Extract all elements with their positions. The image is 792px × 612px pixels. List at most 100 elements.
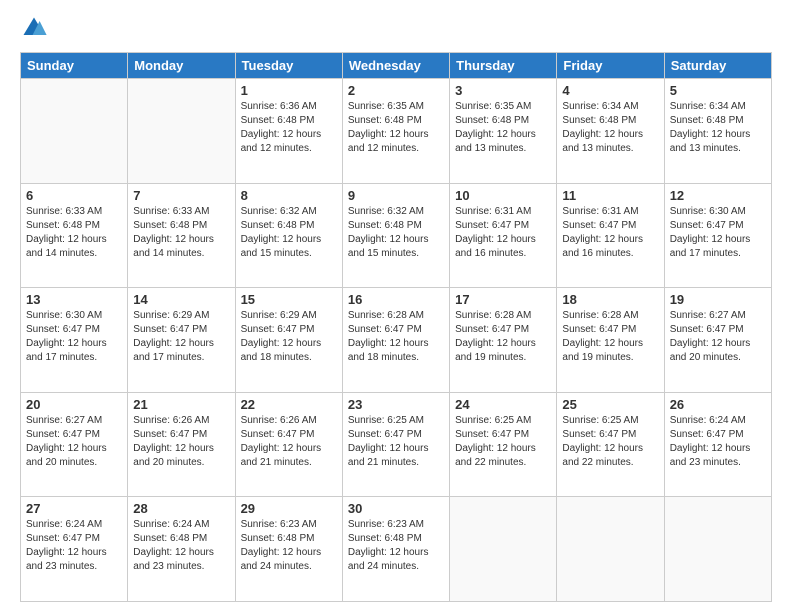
day-info: Sunrise: 6:34 AM Sunset: 6:48 PM Dayligh… — [562, 100, 658, 156]
day-number: 8 — [241, 188, 337, 203]
calendar-cell: 4 Sunrise: 6:34 AM Sunset: 6:48 PM Daylig… — [557, 79, 664, 184]
day-number: 23 — [348, 397, 444, 412]
day-info: Sunrise: 6:34 AM Sunset: 6:48 PM Dayligh… — [670, 100, 766, 156]
day-info: Sunrise: 6:25 AM Sunset: 6:47 PM Dayligh… — [562, 414, 658, 470]
day-number: 18 — [562, 292, 658, 307]
logo — [20, 18, 52, 42]
day-info: Sunrise: 6:33 AM Sunset: 6:48 PM Dayligh… — [26, 205, 122, 261]
calendar-cell: 18 Sunrise: 6:28 AM Sunset: 6:47 PM Dayli… — [557, 288, 664, 393]
day-info: Sunrise: 6:27 AM Sunset: 6:47 PM Dayligh… — [670, 309, 766, 365]
calendar-cell: 11 Sunrise: 6:31 AM Sunset: 6:47 PM Dayli… — [557, 183, 664, 288]
weekday-header: Friday — [557, 53, 664, 79]
calendar-cell: 29 Sunrise: 6:23 AM Sunset: 6:48 PM Dayli… — [235, 497, 342, 602]
day-number: 7 — [133, 188, 229, 203]
day-info: Sunrise: 6:23 AM Sunset: 6:48 PM Dayligh… — [348, 518, 444, 574]
calendar-cell — [450, 497, 557, 602]
day-info: Sunrise: 6:25 AM Sunset: 6:47 PM Dayligh… — [348, 414, 444, 470]
day-number: 19 — [670, 292, 766, 307]
day-number: 4 — [562, 83, 658, 98]
calendar-cell — [664, 497, 771, 602]
day-number: 3 — [455, 83, 551, 98]
day-number: 1 — [241, 83, 337, 98]
day-number: 9 — [348, 188, 444, 203]
day-number: 21 — [133, 397, 229, 412]
day-number: 6 — [26, 188, 122, 203]
day-info: Sunrise: 6:30 AM Sunset: 6:47 PM Dayligh… — [670, 205, 766, 261]
weekday-header: Sunday — [21, 53, 128, 79]
calendar-cell: 3 Sunrise: 6:35 AM Sunset: 6:48 PM Daylig… — [450, 79, 557, 184]
calendar-cell: 16 Sunrise: 6:28 AM Sunset: 6:47 PM Dayli… — [342, 288, 449, 393]
logo-icon — [20, 14, 48, 42]
weekday-header-row: SundayMondayTuesdayWednesdayThursdayFrid… — [21, 53, 772, 79]
week-row: 1 Sunrise: 6:36 AM Sunset: 6:48 PM Daylig… — [21, 79, 772, 184]
weekday-header: Wednesday — [342, 53, 449, 79]
day-number: 25 — [562, 397, 658, 412]
calendar-cell: 13 Sunrise: 6:30 AM Sunset: 6:47 PM Dayli… — [21, 288, 128, 393]
day-number: 22 — [241, 397, 337, 412]
day-number: 12 — [670, 188, 766, 203]
calendar-cell: 23 Sunrise: 6:25 AM Sunset: 6:47 PM Dayli… — [342, 392, 449, 497]
week-row: 27 Sunrise: 6:24 AM Sunset: 6:47 PM Dayli… — [21, 497, 772, 602]
calendar-cell: 21 Sunrise: 6:26 AM Sunset: 6:47 PM Dayli… — [128, 392, 235, 497]
calendar-cell: 5 Sunrise: 6:34 AM Sunset: 6:48 PM Daylig… — [664, 79, 771, 184]
week-row: 13 Sunrise: 6:30 AM Sunset: 6:47 PM Dayli… — [21, 288, 772, 393]
calendar-cell: 10Sunrise: 6:31 AM Sunset: 6:47 PM Dayli… — [450, 183, 557, 288]
day-number: 29 — [241, 501, 337, 516]
day-number: 14 — [133, 292, 229, 307]
calendar-cell: 19 Sunrise: 6:27 AM Sunset: 6:47 PM Dayli… — [664, 288, 771, 393]
calendar-cell: 9 Sunrise: 6:32 AM Sunset: 6:48 PM Daylig… — [342, 183, 449, 288]
day-number: 27 — [26, 501, 122, 516]
day-info: Sunrise: 6:23 AM Sunset: 6:48 PM Dayligh… — [241, 518, 337, 574]
day-number: 30 — [348, 501, 444, 516]
weekday-header: Tuesday — [235, 53, 342, 79]
calendar-cell — [557, 497, 664, 602]
day-info: Sunrise: 6:28 AM Sunset: 6:47 PM Dayligh… — [562, 309, 658, 365]
calendar-cell: 30 Sunrise: 6:23 AM Sunset: 6:48 PM Dayli… — [342, 497, 449, 602]
day-info: Sunrise: 6:24 AM Sunset: 6:48 PM Dayligh… — [133, 518, 229, 574]
day-number: 16 — [348, 292, 444, 307]
day-info: Sunrise: 6:24 AM Sunset: 6:47 PM Dayligh… — [26, 518, 122, 574]
calendar-cell: 1 Sunrise: 6:36 AM Sunset: 6:48 PM Daylig… — [235, 79, 342, 184]
day-number: 13 — [26, 292, 122, 307]
calendar-cell: 26Sunrise: 6:24 AM Sunset: 6:47 PM Dayli… — [664, 392, 771, 497]
day-info: Sunrise: 6:29 AM Sunset: 6:47 PM Dayligh… — [133, 309, 229, 365]
day-info: Sunrise: 6:36 AM Sunset: 6:48 PM Dayligh… — [241, 100, 337, 156]
day-info: Sunrise: 6:28 AM Sunset: 6:47 PM Dayligh… — [348, 309, 444, 365]
day-info: Sunrise: 6:24 AM Sunset: 6:47 PM Dayligh… — [670, 414, 766, 470]
day-info: Sunrise: 6:27 AM Sunset: 6:47 PM Dayligh… — [26, 414, 122, 470]
day-number: 24 — [455, 397, 551, 412]
day-info: Sunrise: 6:29 AM Sunset: 6:47 PM Dayligh… — [241, 309, 337, 365]
calendar-cell: 17Sunrise: 6:28 AM Sunset: 6:47 PM Dayli… — [450, 288, 557, 393]
calendar-cell: 12 Sunrise: 6:30 AM Sunset: 6:47 PM Dayli… — [664, 183, 771, 288]
day-number: 2 — [348, 83, 444, 98]
calendar-cell — [21, 79, 128, 184]
day-info: Sunrise: 6:31 AM Sunset: 6:47 PM Dayligh… — [562, 205, 658, 261]
day-info: Sunrise: 6:30 AM Sunset: 6:47 PM Dayligh… — [26, 309, 122, 365]
day-info: Sunrise: 6:26 AM Sunset: 6:47 PM Dayligh… — [133, 414, 229, 470]
day-info: Sunrise: 6:25 AM Sunset: 6:47 PM Dayligh… — [455, 414, 551, 470]
day-info: Sunrise: 6:32 AM Sunset: 6:48 PM Dayligh… — [241, 205, 337, 261]
week-row: 20 Sunrise: 6:27 AM Sunset: 6:47 PM Dayli… — [21, 392, 772, 497]
calendar-cell: 8 Sunrise: 6:32 AM Sunset: 6:48 PM Daylig… — [235, 183, 342, 288]
calendar-cell: 27 Sunrise: 6:24 AM Sunset: 6:47 PM Dayli… — [21, 497, 128, 602]
calendar-cell: 6 Sunrise: 6:33 AM Sunset: 6:48 PM Daylig… — [21, 183, 128, 288]
day-number: 28 — [133, 501, 229, 516]
calendar-cell: 24 Sunrise: 6:25 AM Sunset: 6:47 PM Dayli… — [450, 392, 557, 497]
calendar-cell: 2Sunrise: 6:35 AM Sunset: 6:48 PM Daylig… — [342, 79, 449, 184]
calendar-cell: 28 Sunrise: 6:24 AM Sunset: 6:48 PM Dayli… — [128, 497, 235, 602]
calendar-cell: 25 Sunrise: 6:25 AM Sunset: 6:47 PM Dayli… — [557, 392, 664, 497]
header — [20, 18, 772, 42]
day-info: Sunrise: 6:26 AM Sunset: 6:47 PM Dayligh… — [241, 414, 337, 470]
weekday-header: Thursday — [450, 53, 557, 79]
day-info: Sunrise: 6:32 AM Sunset: 6:48 PM Dayligh… — [348, 205, 444, 261]
day-number: 10 — [455, 188, 551, 203]
calendar-cell: 20 Sunrise: 6:27 AM Sunset: 6:47 PM Dayli… — [21, 392, 128, 497]
day-number: 20 — [26, 397, 122, 412]
day-number: 11 — [562, 188, 658, 203]
day-number: 5 — [670, 83, 766, 98]
weekday-header: Saturday — [664, 53, 771, 79]
day-info: Sunrise: 6:35 AM Sunset: 6:48 PM Dayligh… — [455, 100, 551, 156]
calendar-cell: 15Sunrise: 6:29 AM Sunset: 6:47 PM Dayli… — [235, 288, 342, 393]
calendar-cell: 7Sunrise: 6:33 AM Sunset: 6:48 PM Daylig… — [128, 183, 235, 288]
day-info: Sunrise: 6:28 AM Sunset: 6:47 PM Dayligh… — [455, 309, 551, 365]
